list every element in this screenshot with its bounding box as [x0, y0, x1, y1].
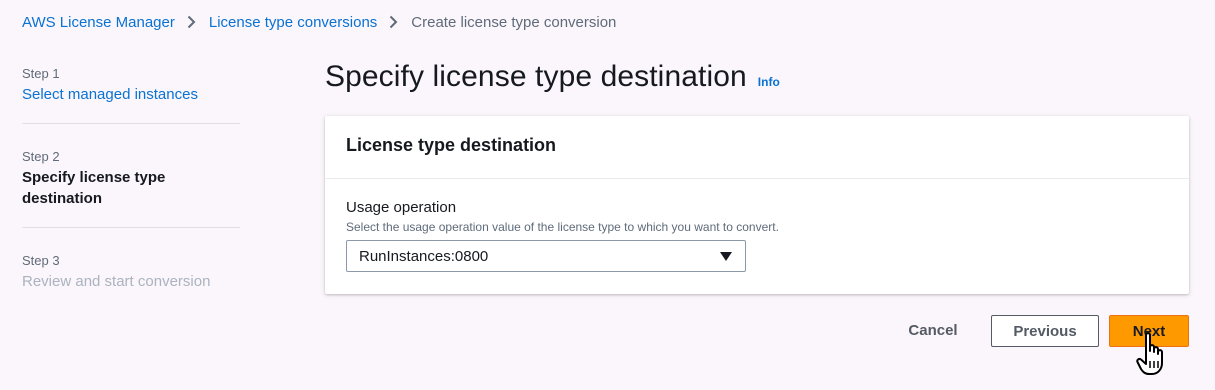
usage-operation-select[interactable]: RunInstances:0800 — [346, 240, 746, 272]
next-button[interactable]: Next — [1109, 315, 1189, 347]
wizard-step-3: Step 3 Review and start conversion — [22, 227, 240, 310]
page-title: Specify license type destination — [325, 60, 747, 93]
breadcrumb-license-manager[interactable]: AWS License Manager — [22, 14, 175, 31]
license-destination-panel: License type destination Usage operation… — [325, 116, 1189, 294]
step-link-select-instances[interactable]: Select managed instances — [22, 84, 240, 105]
step-number: Step 2 — [22, 149, 60, 164]
wizard-step-2: Step 2 Specify license type destination — [22, 123, 240, 227]
panel-body: Usage operation Select the usage operati… — [325, 179, 1189, 292]
usage-operation-description: Select the usage operation value of the … — [346, 220, 779, 234]
previous-button[interactable]: Previous — [991, 315, 1099, 347]
page-header: Specify license type destination Info — [325, 60, 780, 94]
usage-operation-value: RunInstances:0800 — [359, 247, 489, 265]
cancel-button[interactable]: Cancel — [897, 314, 969, 346]
chevron-right-icon — [389, 15, 398, 29]
page-root: AWS License Manager License type convers… — [0, 0, 1215, 390]
step-title-current: Specify license type destination — [22, 169, 166, 207]
info-link[interactable]: Info — [758, 75, 780, 89]
panel-title: License type destination — [325, 116, 1189, 179]
wizard-step-1: Step 1 Select managed instances — [22, 66, 240, 123]
breadcrumb: AWS License Manager License type convers… — [22, 12, 616, 32]
wizard-steps: Step 1 Select managed instances Step 2 S… — [22, 60, 240, 310]
step-title-disabled: Review and start conversion — [22, 273, 211, 290]
breadcrumb-license-type-conversions[interactable]: License type conversions — [209, 14, 377, 31]
step-number: Step 3 — [22, 253, 60, 268]
step-number: Step 1 — [22, 66, 60, 81]
caret-down-icon — [720, 248, 732, 265]
usage-operation-label: Usage operation — [346, 199, 457, 216]
breadcrumb-current: Create license type conversion — [411, 13, 617, 31]
chevron-right-icon — [187, 15, 196, 29]
